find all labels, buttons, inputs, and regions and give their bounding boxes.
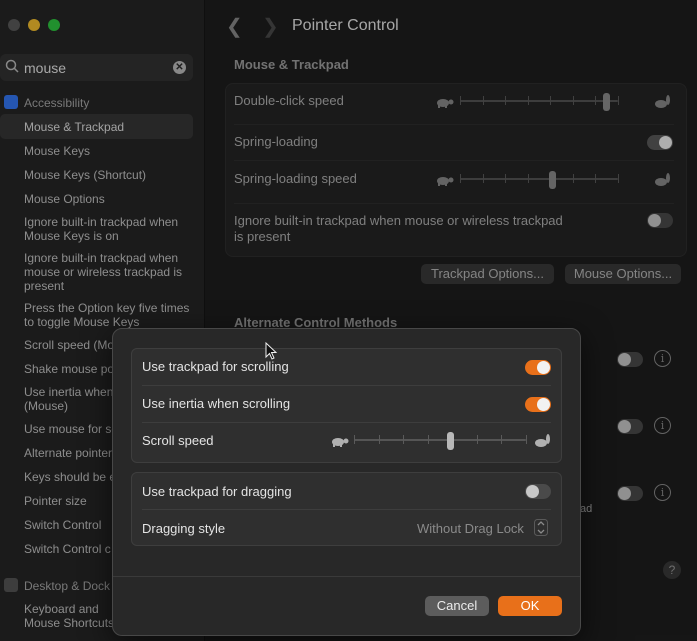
scroll-speed-label: Scroll speed	[142, 433, 214, 448]
chevron-updown-icon[interactable]	[534, 519, 548, 536]
slider-tick	[428, 435, 429, 444]
slider-tick	[354, 435, 355, 444]
mouse-pointer-icon	[265, 342, 278, 360]
slider-tick	[403, 435, 404, 444]
use-inertia-scrolling-label: Use inertia when scrolling	[142, 396, 291, 411]
dragging-style-label: Dragging style	[142, 521, 226, 536]
use-trackpad-dragging-label: Use trackpad for dragging	[142, 484, 292, 499]
use-trackpad-dragging-toggle[interactable]	[525, 484, 551, 499]
use-inertia-scrolling-toggle[interactable]	[525, 397, 551, 412]
ok-button[interactable]: OK	[498, 596, 562, 616]
rabbit-icon	[535, 434, 550, 447]
trackpad-options-dialog: Use trackpad for scrolling Use inertia w…	[112, 328, 581, 636]
cancel-button[interactable]: Cancel	[425, 596, 489, 616]
use-trackpad-scrolling-toggle[interactable]	[525, 360, 551, 375]
scroll-speed-slider[interactable]	[328, 432, 553, 450]
turtle-icon	[332, 438, 349, 447]
slider-tick	[501, 435, 502, 444]
slider-tick	[379, 435, 380, 444]
slider-tick	[526, 435, 527, 444]
dragging-card: Use trackpad for dragging Dragging style…	[131, 472, 562, 546]
slider-thumb[interactable]	[447, 432, 454, 450]
slider-tick	[477, 435, 478, 444]
dragging-style-popup[interactable]: Without Drag Lock	[417, 521, 524, 536]
scrolling-card: Use trackpad for scrolling Use inertia w…	[131, 348, 562, 463]
